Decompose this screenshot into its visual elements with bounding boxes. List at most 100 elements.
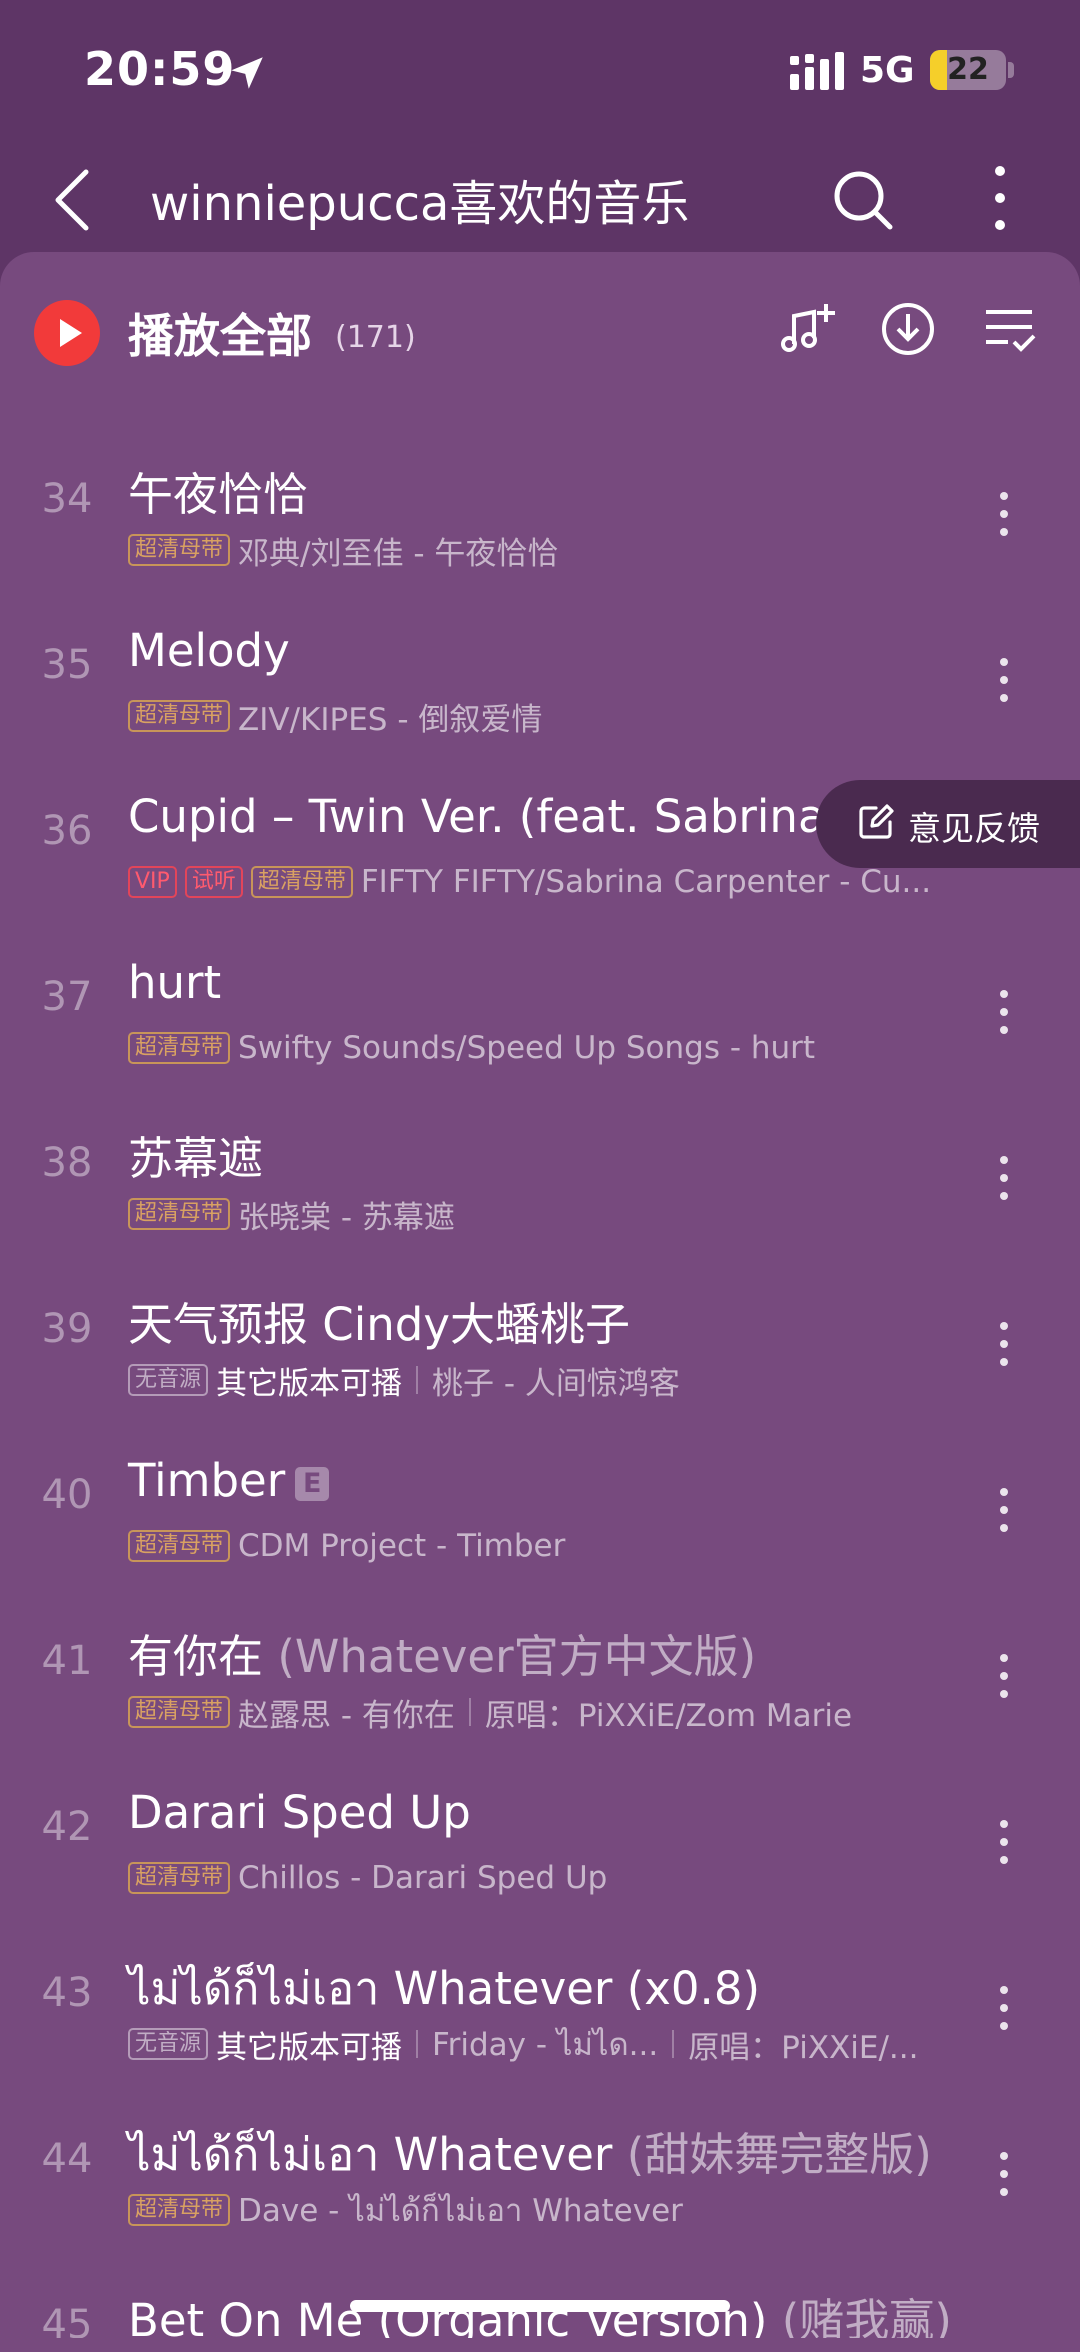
quality-badge: 超清母带 <box>128 1862 231 1894</box>
trial-badge: 试听 <box>184 866 243 898</box>
status-time: 20:59 <box>84 42 236 96</box>
feedback-button[interactable]: 意见反馈 <box>816 780 1080 868</box>
track-number: 36 <box>41 808 93 854</box>
track-number: 38 <box>41 1140 93 1186</box>
track-number: 37 <box>41 974 93 1020</box>
explicit-badge: E <box>295 1467 330 1501</box>
track-title-sub: (Whatever官方中文版) <box>263 1630 757 1683</box>
track-artist-album: 赵露思 - 有你在 <box>238 1697 455 1734</box>
divider <box>416 2030 419 2058</box>
more-vertical-icon[interactable] <box>986 1138 1022 1218</box>
track-count: (171) <box>335 320 416 355</box>
track-title: Darari Sped Up <box>128 1786 471 1839</box>
track-title-sub: (甜妹舞完整版) <box>612 2128 932 2181</box>
track-number: 39 <box>41 1306 93 1352</box>
track-meta: 超清母带 赵露思 - 有你在 原唱：PiXXiE/Zom Marie <box>128 1692 853 1734</box>
track-title: Timber E <box>128 1454 330 1507</box>
track-title: Melody <box>128 624 290 677</box>
track-meta: 无音源 其它版本可播 桃子 - 人间惊鸿客 <box>128 1360 680 1402</box>
nav-bar: winniepucca喜欢的音乐 <box>0 150 1080 260</box>
track-meta: 超清母带 Dave - ไม่ได้ก็ไม่เอา Whatever <box>128 2190 683 2230</box>
track-title: 午夜恰恰 <box>128 468 309 521</box>
track-row[interactable]: 41 有你在 (Whatever官方中文版) 超清母带 赵露思 - 有你在 原唱… <box>0 1592 1080 1758</box>
play-all-label[interactable]: 播放全部 <box>128 300 312 366</box>
quality-badge: 超清母带 <box>128 1198 231 1230</box>
more-vertical-icon[interactable] <box>986 1802 1022 1882</box>
track-number: 44 <box>41 2136 93 2182</box>
track-row[interactable]: 35 Melody 超清母带 ZIV/KIPES - 倒叙爱情 <box>0 596 1080 762</box>
track-artist-album: Chillos - Darari Sped Up <box>238 1860 608 1896</box>
track-artist-album: FIFTY FIFTY/Sabrina Carpenter - Cu... <box>360 864 932 900</box>
battery-tip <box>1008 62 1014 78</box>
track-number: 40 <box>41 1472 93 1518</box>
no-source-badge: 无音源 <box>128 1364 209 1396</box>
more-vertical-icon[interactable] <box>980 156 1020 246</box>
other-version-label: 其它版本可播 <box>216 1365 403 1402</box>
battery-indicator: 22 <box>930 50 1006 90</box>
track-title: 有你在 (Whatever官方中文版) <box>128 1620 756 1685</box>
no-source-badge: 无音源 <box>128 2028 209 2060</box>
signal-icon <box>790 52 844 90</box>
track-row[interactable]: 37 hurt 超清母带 Swifty Sounds/Speed Up Song… <box>0 928 1080 1094</box>
multi-select-icon[interactable] <box>980 298 1040 360</box>
quality-badge: 超清母带 <box>128 1696 231 1728</box>
quality-badge: 超清母带 <box>128 1530 231 1562</box>
more-vertical-icon[interactable] <box>986 1968 1022 2048</box>
track-title: ไม่ได้ก็ไม่เอา Whatever (甜妹舞完整版) <box>128 2118 932 2190</box>
track-artist-album: ZIV/KIPES - 倒叙爱情 <box>238 701 543 738</box>
quality-badge: 超清母带 <box>128 2194 231 2226</box>
track-row[interactable]: 40 Timber E 超清母带 CDM Project - Timber <box>0 1426 1080 1592</box>
track-title: 天气预报 Cindy大蟠桃子 <box>128 1298 630 1351</box>
play-all-row: 播放全部 (171) <box>0 270 1080 400</box>
location-arrow-icon <box>231 57 263 89</box>
back-arrow-icon[interactable] <box>44 160 104 240</box>
track-row[interactable]: 44 ไม่ได้ก็ไม่เอา Whatever (甜妹舞完整版) 超清母带… <box>0 2090 1080 2256</box>
track-number: 41 <box>41 1638 93 1684</box>
more-vertical-icon[interactable] <box>986 1470 1022 1550</box>
more-vertical-icon[interactable] <box>986 2134 1022 2214</box>
track-title-sub: (赌我赢) <box>767 2294 952 2338</box>
download-icon[interactable] <box>878 298 938 360</box>
quality-badge: 超清母带 <box>128 534 231 566</box>
original-singer: 原唱：PiXXiE/... <box>688 2029 919 2066</box>
track-row[interactable]: 38 苏幕遮 超清母带 张晓棠 - 苏幕遮 <box>0 1094 1080 1260</box>
search-icon[interactable] <box>828 160 898 240</box>
quality-badge: 超清母带 <box>128 700 231 732</box>
track-row[interactable]: 43 ไม่ได้ก็ไม่เอา Whatever (x0.8) 无音源 其它… <box>0 1924 1080 2090</box>
more-vertical-icon[interactable] <box>986 972 1022 1052</box>
track-title: Cupid – Twin Ver. (feat. Sabrina C <box>128 790 872 843</box>
more-vertical-icon[interactable] <box>986 1636 1022 1716</box>
original-singer: 原唱：PiXXiE/Zom Marie <box>484 1697 853 1734</box>
track-row[interactable]: 45 Bet On Me (Organic Version) (赌我赢) <box>0 2256 1080 2338</box>
track-row[interactable]: 39 天气预报 Cindy大蟠桃子 无音源 其它版本可播 桃子 - 人间惊鸿客 <box>0 1260 1080 1426</box>
feedback-label: 意见反馈 <box>908 809 1040 848</box>
divider <box>416 1366 419 1394</box>
play-all-button[interactable] <box>34 300 100 366</box>
track-meta: 超清母带 张晓棠 - 苏幕遮 <box>128 1194 455 1236</box>
home-indicator[interactable] <box>350 2300 730 2312</box>
track-number: 42 <box>41 1804 93 1850</box>
add-music-icon[interactable] <box>778 298 838 360</box>
track-number: 43 <box>41 1970 93 2016</box>
track-row[interactable]: 42 Darari Sped Up 超清母带 Chillos - Darari … <box>0 1758 1080 1924</box>
track-meta: 超清母带 CDM Project - Timber <box>128 1526 565 1566</box>
track-artist-album: CDM Project - Timber <box>238 1528 566 1564</box>
track-row[interactable]: 34 午夜恰恰 超清母带 邓典/刘至佳 - 午夜恰恰 <box>0 430 1080 596</box>
page-title: winniepucca喜欢的音乐 <box>150 176 690 232</box>
track-title-text: Timber <box>128 1454 286 1507</box>
track-meta: 超清母带 ZIV/KIPES - 倒叙爱情 <box>128 696 543 738</box>
track-artist-album: 张晓棠 - 苏幕遮 <box>238 1199 455 1236</box>
track-title-text: 有你在 <box>128 1630 264 1683</box>
more-vertical-icon[interactable] <box>986 1304 1022 1384</box>
track-title-text: ไม่ได้ก็ไม่เอา Whatever <box>128 2128 613 2181</box>
track-artist-album: Swifty Sounds/Speed Up Songs - hurt <box>238 1030 816 1066</box>
status-bar: 20:59 5G 22 <box>0 0 1080 150</box>
track-title: 苏幕遮 <box>128 1132 264 1185</box>
track-artist-album: Dave - ไม่ได้ก็ไม่เอา Whatever <box>238 2193 683 2229</box>
track-meta: 超清母带 Chillos - Darari Sped Up <box>128 1858 607 1898</box>
track-artist-album: 桃子 - 人间惊鸿客 <box>432 1365 680 1402</box>
more-vertical-icon[interactable] <box>986 640 1022 720</box>
track-meta: 超清母带 邓典/刘至佳 - 午夜恰恰 <box>128 530 558 572</box>
edit-icon <box>859 804 894 839</box>
more-vertical-icon[interactable] <box>986 474 1022 554</box>
